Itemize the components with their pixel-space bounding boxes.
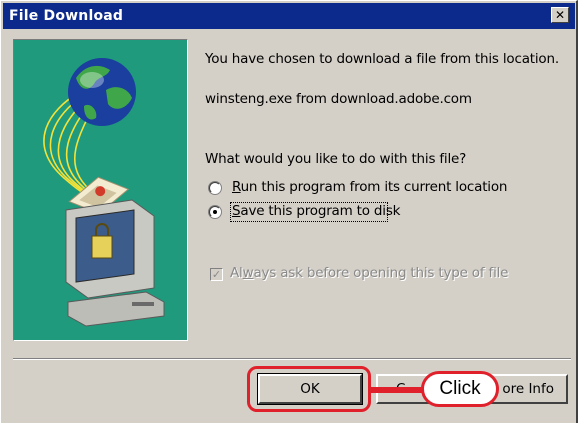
title-bar[interactable]: File Download ✕ bbox=[3, 3, 575, 29]
file-download-dialog: File Download ✕ You have chosen to downl… bbox=[0, 0, 578, 423]
separator bbox=[13, 358, 571, 360]
intro-text: You have chosen to download a file from … bbox=[205, 51, 559, 67]
run-label-rest: un this program from its current locatio… bbox=[240, 179, 508, 195]
run-option-label[interactable]: Run this program from its current locati… bbox=[232, 179, 507, 195]
close-icon: ✕ bbox=[554, 8, 566, 22]
globe-icon bbox=[68, 58, 136, 126]
question-text: What would you like to do with this file… bbox=[205, 151, 467, 167]
download-illustration bbox=[13, 39, 188, 341]
source-text: winsteng.exe from download.adobe.com bbox=[205, 91, 472, 107]
run-radio[interactable] bbox=[209, 182, 221, 194]
always-ask-checkbox: ✓ bbox=[210, 268, 223, 281]
ok-highlight-annotation bbox=[247, 366, 371, 412]
save-option-label[interactable]: Save this program to disk bbox=[232, 203, 400, 219]
save-radio[interactable] bbox=[209, 206, 221, 218]
illustration-art bbox=[43, 58, 165, 327]
always-ask-post: ays ask before opening this type of file bbox=[253, 265, 509, 281]
close-button[interactable]: ✕ bbox=[551, 7, 569, 23]
always-ask-label: Always ask before opening this type of f… bbox=[230, 265, 508, 281]
always-ask-mnemonic: w bbox=[242, 265, 254, 281]
click-callout: Click bbox=[421, 371, 499, 407]
computer-icon bbox=[65, 199, 165, 327]
window-title: File Download bbox=[9, 8, 124, 24]
always-ask-pre: Al bbox=[230, 265, 243, 281]
save-label-rest: ave this program to disk bbox=[240, 203, 401, 219]
annotation-connector bbox=[368, 387, 424, 393]
run-mnemonic: R bbox=[232, 179, 241, 195]
